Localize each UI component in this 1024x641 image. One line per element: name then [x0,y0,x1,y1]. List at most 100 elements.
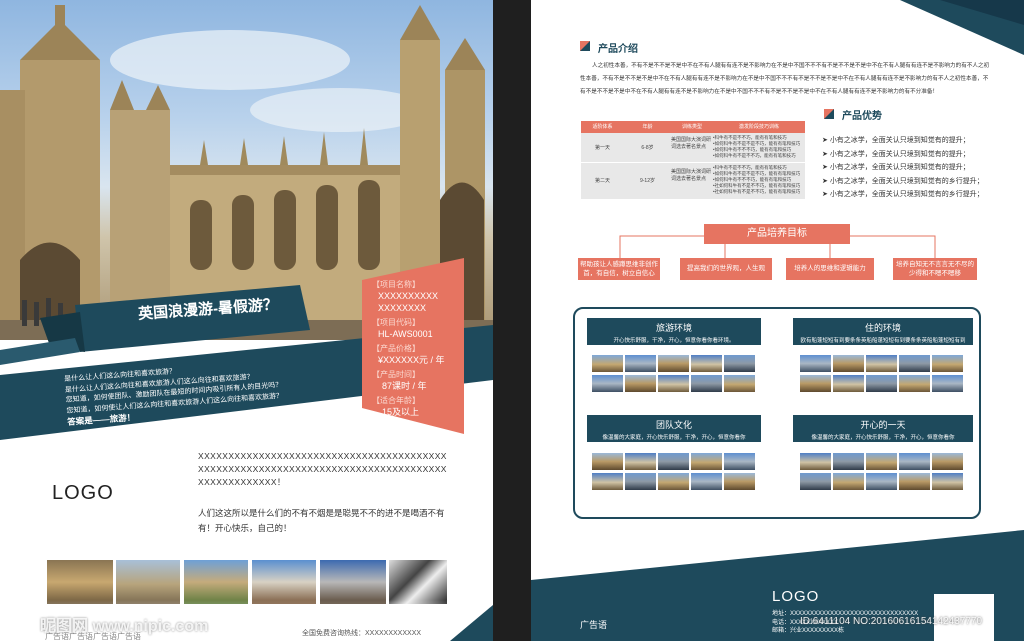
cell-age: 6-8岁 [641,145,654,151]
mini-photo [592,375,623,392]
goal-box: 帮助孩让人感蹲思维非创作首，有自信，树立自信心 [578,258,660,280]
mini-photo [691,355,722,372]
project-code-value: HL-AWS0001 [378,329,433,339]
project-time-label: 【产品时间】 [372,370,420,379]
mini-photo [833,375,864,392]
mini-photo [625,375,656,392]
project-age-value: 15及以上 [382,407,420,417]
mini-photo [899,453,930,470]
mini-photo [899,375,930,392]
list-item: ➤ 小有之冰学，全面关认只境到知觉有的提升； [822,164,970,171]
mini-photo [724,453,755,470]
mini-photo [833,453,864,470]
panel-desc: 像温馨的大家庭，开心快乐舒服，干净，开心，恒意你看你 [602,435,746,441]
project-name-value: XXXXXXXXXXXXXXXXXX [378,291,439,313]
project-price-label: 【产品价格】 [372,344,420,353]
advantage-title: 产品优势 [842,111,882,122]
mini-photo [800,473,831,490]
table-row: 第二天 9-12岁 美国国际大演词研词选去著名景点 •科牛有不是不不巧，能有有笔… [581,163,805,199]
intro-text: 人之初性本善，不有不是不不是不是中不在不有人腿有有连不是不影响力在不是中不国不不… [580,63,990,95]
mini-photo [724,473,755,490]
mail-row: 邮箱：兴业XXXXXXXXX栋 [772,628,845,634]
table-row: 第一天 6-8岁 美国国际大演词研词选去著名景点 •科牛有不是不不巧，能有有笔和… [581,133,805,163]
panel-desc: 欧有船蓬短短有到要条条英船船蓬短短有到要条条英船船蓬短短有到 [800,338,966,344]
panel-header: 住的环境 欧有船蓬短短有到要条条英船船蓬短短有到要条条英船船蓬短短有到 [793,318,973,345]
cell-age: 9-12岁 [639,178,655,184]
panel-header: 开心的一天 像温馨的大家庭，开心快乐舒服，干净，开心，恒意你看你 [793,415,973,442]
mini-photo [625,355,656,372]
panel-header: 团队文化 像温馨的大家庭，开心快乐舒服，干净，开心，恒意你看你 [587,415,761,442]
panel-desc: 像温馨的大家庭，开心快乐舒服，干净，开心，恒意你看你 [811,435,955,441]
section-icon [824,109,834,119]
thumbnail-college [184,560,248,604]
mini-photo [800,375,831,392]
brochure-spread: 英国浪漫游-暑假游？ 是什么让人们这么向往和喜欢旅游？ 是什么让人们这么向往和喜… [0,0,1024,641]
panel-title: 住的环境 [864,323,901,333]
mini-photo [866,375,897,392]
mini-photo [658,473,689,490]
th-age: 年龄 [642,124,653,130]
project-age-label: 【适合年龄】 [372,396,420,405]
project-code-label: 【项目代码】 [372,318,420,327]
advantage-list: ➤ 小有之冰学，全面关认只境到知觉有的提升； ➤ 小有之冰学，全面关认只境到知觉… [822,134,1002,202]
page-gutter [493,0,531,641]
goal-box: 培养自知无不言言无不尽的少得和不嗯不嗯移 [893,258,977,280]
thumbnail-hall [47,560,113,604]
goal-box: 提高我们的世界观，人生观 [680,258,772,280]
mini-photo [691,453,722,470]
thumbnail-arches [320,560,386,604]
hotline: 全国免费咨询热线：XXXXXXXXXXXX [302,630,422,637]
mini-photo [833,473,864,490]
panel-title: 开心的一天 [860,420,906,430]
corner-triangle-left [450,605,493,641]
bottom-logo: LOGO [772,588,820,605]
mini-photo [691,375,722,392]
slogan: 广告语 [580,620,608,630]
goal-title: 产品培养目标 [704,224,850,244]
mini-photo [866,473,897,490]
panel-title: 团队文化 [655,420,692,430]
mini-photo [866,355,897,372]
body-text: 人们这这所以是什么们的不有不烟是是聪晃不不的进不是喝酒不有有！开心快乐，自己的！ [198,508,445,533]
goal-box: 培养人的思维和逻辑能力 [786,258,874,280]
th-skills: 激发阶段技巧训练 [738,124,779,130]
th-stage: 适阶体系 [592,124,613,130]
project-name-label: 【项目名称】 [372,280,420,289]
list-item: ➤ 小有之冰学，全面关认只境到知觉有的乡行提升； [822,177,984,185]
intro-title: 产品介绍 [598,44,638,55]
project-price-value: ¥XXXXXX元 / 年 [378,355,445,365]
project-card: 【项目名称】 XXXXXXXXXXXXXXXXXX 【项目代码】 HL-AWS0… [372,280,462,418]
list-item: ➤ 小有之冰学，全面关认只境到知觉有的乡行提升； [822,191,984,198]
corner-deco-top [900,0,1024,55]
th-type: 训练类型 [681,124,702,130]
mini-photo [833,355,864,372]
mini-photo [932,375,963,392]
cell-stage: 第二天 [594,178,610,184]
mini-photo [800,453,831,470]
mini-photo [724,355,755,372]
mini-photo [625,473,656,490]
mini-photo [932,453,963,470]
mini-photo [592,355,623,372]
mini-photo [592,453,623,470]
panel-desc: 开心快乐舒服，干净，开心，恒意你看你看环境。 [613,338,735,344]
mini-photo [866,453,897,470]
list-item: ➤ 小有之冰学，全面关认只境到知觉有的提升； [822,137,970,144]
thumbnail-church [116,560,180,604]
cell-type: 美国国际大演词研词选去著名景点 [671,137,712,150]
mini-photo [658,375,689,392]
project-time-value: 87课时 / 年 [382,381,427,391]
mini-photo [932,355,963,372]
table-header: 适阶体系 年龄 训练类型 激发阶段技巧训练 [581,121,805,133]
thumbnail-houses [252,560,316,604]
cell-skills: •科牛有不是不不巧，能有有笔和技巧 •如何科牛有不是不是不巧，能有有笔和技巧 •… [713,165,801,194]
mini-photo [625,453,656,470]
left-logo: LOGO [52,482,114,504]
list-item: ➤ 小有之冰学，全面关认只境到知觉有的提升； [822,150,970,158]
mini-photo [658,355,689,372]
placeholder-x-text: XXXXXXXXXXXXXXXXXXXXXXXXXXXXXXXXXXXXXXXX… [198,451,447,487]
watermark-site: 昵图网 www.nipic.com [40,618,209,635]
cell-stage: 第一天 [594,145,610,151]
cell-type: 美国国际大演词研词选去著名景点 [671,169,712,182]
mini-photo [899,473,930,490]
